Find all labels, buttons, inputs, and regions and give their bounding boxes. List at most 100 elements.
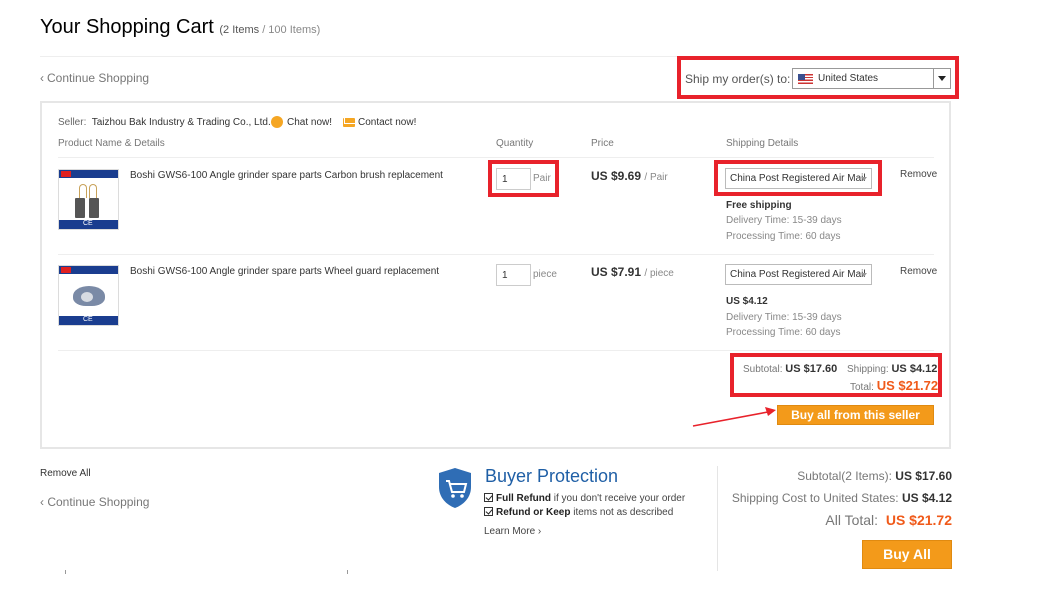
seller-subtotal-label: Subtotal: (743, 364, 783, 375)
item-count-current: (2 Items (219, 24, 260, 36)
ship-to-label: Ship my order(s) to: (685, 72, 791, 86)
column-header-product: Product Name & Details (58, 138, 165, 149)
mail-icon (343, 118, 355, 127)
full-refund-title: Full Refund (496, 493, 551, 504)
shield-cart-icon (439, 468, 471, 508)
order-shipping-value: US $4.12 (901, 491, 952, 505)
delivery-time: Delivery Time: 15-39 days (726, 312, 842, 323)
delivery-time: Delivery Time: 15-39 days (726, 215, 842, 226)
thumbnail-footer-band (59, 220, 118, 229)
row-divider (58, 157, 934, 158)
shipping-method-value: China Post Registered Air Mail (730, 269, 866, 280)
seller-subtotal: Subtotal: US $17.60 (743, 363, 837, 375)
order-shipping: Shipping Cost to United States: US $4.12 (732, 491, 952, 505)
item-price-value: US $9.69 (591, 169, 642, 183)
item-count: (2 Items / 100 Items) (219, 24, 320, 36)
seller-total-value: US $21.72 (876, 378, 939, 393)
order-total-value: US $21.72 (885, 512, 952, 528)
checkbox-checked-icon (484, 507, 493, 516)
caret-down-icon (861, 177, 867, 181)
item-count-total: / 100 Items) (262, 24, 321, 36)
seller-total: Total: US $21.72 (850, 378, 938, 393)
remove-item-link[interactable]: Remove (900, 266, 937, 277)
quantity-unit: Pair (533, 173, 551, 184)
footer-tick (347, 570, 348, 574)
quantity-input[interactable]: 1 (496, 168, 531, 190)
seller-shipping-label: Shipping: (847, 364, 889, 375)
order-subtotal-label: Subtotal(2 Items): (797, 469, 892, 483)
remove-all-link[interactable]: Remove All (40, 468, 91, 479)
chat-now-link[interactable]: Chat now! (287, 117, 332, 128)
brush-wire (89, 184, 97, 198)
item-price-unit: / piece (644, 268, 674, 279)
shipping-method-select[interactable]: China Post Registered Air Mail (725, 264, 872, 285)
processing-time: Processing Time: 60 days (726, 231, 841, 242)
us-flag-icon (798, 74, 813, 84)
checkbox-checked-icon (484, 493, 493, 502)
learn-more-label: Learn More (484, 526, 536, 537)
caret-right-icon: › (537, 526, 542, 537)
refund-or-keep-text: items not as described (573, 507, 674, 518)
country-select[interactable]: United States (792, 68, 951, 89)
contact-now-link[interactable]: Contact now! (358, 117, 416, 128)
caret-down-icon (861, 273, 867, 277)
chevron-left-icon: ‹ (40, 71, 44, 85)
seller-shipping-value: US $4.12 (891, 363, 938, 375)
product-thumbnail[interactable] (58, 265, 119, 326)
order-subtotal-value: US $17.60 (895, 469, 952, 483)
product-thumbnail[interactable] (58, 169, 119, 230)
page-title: Your Shopping Cart (2 Items / 100 Items) (40, 16, 320, 39)
summary-divider (717, 466, 718, 571)
wheel-guard (73, 286, 105, 306)
buyer-protection-title: Buyer Protection (485, 466, 619, 486)
thumbnail-footer-band (59, 316, 118, 325)
row-divider (58, 254, 934, 255)
buy-all-from-seller-button[interactable]: Buy all from this seller (777, 405, 934, 425)
column-header-price: Price (591, 138, 614, 149)
learn-more-link[interactable]: Learn More › (484, 526, 541, 537)
item-price: US $9.69 / Pair (591, 169, 668, 183)
row-divider (58, 350, 934, 351)
shipping-method-select[interactable]: China Post Registered Air Mail (725, 168, 872, 189)
page-title-text: Your Shopping Cart (40, 16, 214, 38)
seller-label: Seller: (58, 117, 87, 128)
quantity-input[interactable]: 1 (496, 264, 531, 286)
order-subtotal: Subtotal(2 Items): US $17.60 (797, 469, 952, 483)
buyer-protection-full-refund: Full Refund if you don't receive your or… (484, 493, 685, 504)
continue-shopping-label: Continue Shopping (47, 495, 150, 509)
seller-name[interactable]: Taizhou Bak Industry & Trading Co., Ltd. (92, 117, 271, 128)
remove-item-link[interactable]: Remove (900, 169, 937, 180)
brush-wire (79, 184, 87, 198)
product-name-link[interactable]: Boshi GWS6-100 Angle grinder spare parts… (130, 170, 443, 181)
buy-all-button[interactable]: Buy All (862, 540, 952, 569)
column-header-shipping: Shipping Details (726, 138, 799, 149)
column-header-quantity: Quantity (496, 138, 534, 149)
annotation-arrow (692, 407, 776, 427)
chat-icon (271, 116, 283, 128)
thumbnail-header-band (59, 170, 118, 178)
buyer-protection-refund-or-keep: Refund or Keep items not as described (484, 507, 673, 518)
carbon-brush (75, 198, 85, 218)
item-price: US $7.91 / piece (591, 265, 674, 279)
quantity-unit: piece (533, 269, 557, 280)
country-select-value: United States (818, 73, 879, 84)
item-price-value: US $7.91 (591, 265, 642, 279)
processing-time: Processing Time: 60 days (726, 327, 841, 338)
order-total-label: All Total: (825, 512, 879, 528)
order-shipping-label: Shipping Cost to United States: (731, 491, 899, 505)
item-price-unit: / Pair (644, 172, 668, 183)
carbon-brush (89, 198, 99, 218)
continue-shopping-link-bottom[interactable]: ‹ Continue Shopping (40, 495, 149, 509)
shipping-cost: US $4.12 (726, 296, 768, 307)
seller-info: Seller: Taizhou Bak Industry & Trading C… (58, 117, 271, 128)
chevron-down-icon[interactable] (933, 69, 950, 88)
full-refund-text: if you don't receive your order (553, 493, 686, 504)
product-name-link[interactable]: Boshi GWS6-100 Angle grinder spare parts… (130, 266, 439, 277)
seller-shipping: Shipping: US $4.12 (847, 363, 937, 375)
shipping-method-value: China Post Registered Air Mail (730, 173, 866, 184)
thumbnail-header-band (59, 266, 118, 274)
shipping-cost: Free shipping (726, 200, 792, 211)
continue-shopping-link-top[interactable]: ‹ Continue Shopping (40, 71, 149, 85)
seller-total-label: Total: (850, 382, 874, 393)
footer-tick (65, 570, 66, 574)
